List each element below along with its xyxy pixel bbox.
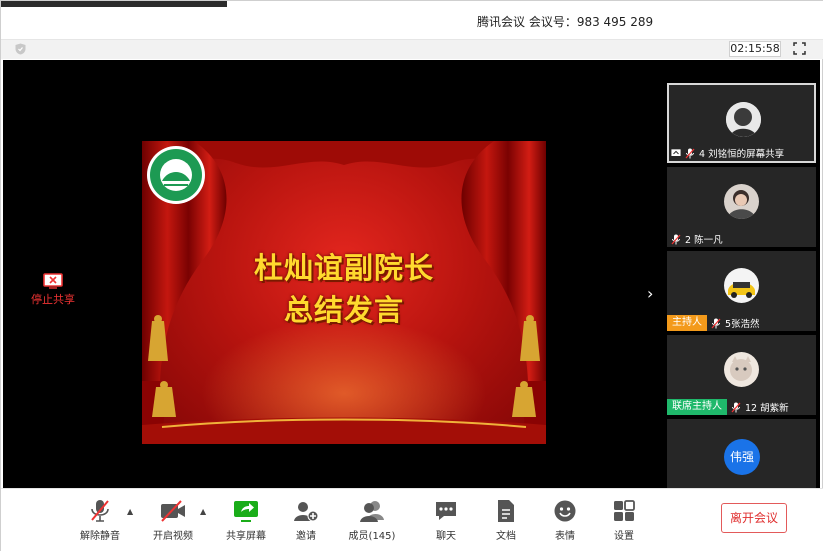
screen-share-icon <box>671 148 681 156</box>
participant-tile[interactable]: 联席主持人 12 胡紫新 <box>667 335 816 415</box>
caret-up-icon[interactable]: ▲ <box>200 507 206 516</box>
slide-title-line-1: 杜灿谊副院长 <box>253 251 434 285</box>
document-icon <box>498 500 514 522</box>
video-off-icon <box>161 500 185 522</box>
participant-name: 2 陈一凡 <box>685 235 723 246</box>
participant-nameline: 2 陈一凡 <box>667 231 816 247</box>
mic-muted-icon <box>671 234 681 244</box>
host-badge: 主持人 <box>667 315 707 331</box>
invite-label: 邀请 <box>296 531 316 542</box>
share-screen-button[interactable]: 共享屏幕 <box>216 499 276 542</box>
mic-muted-icon <box>711 318 721 328</box>
window-top-strip <box>1 1 227 7</box>
chat-label: 聊天 <box>436 531 456 542</box>
stop-share-icon <box>43 273 63 289</box>
avatar <box>724 268 759 303</box>
avatar <box>724 184 759 219</box>
meeting-timer: 02:15:58 <box>729 41 781 57</box>
fullscreen-icon[interactable] <box>793 42 806 55</box>
mic-muted-icon <box>685 148 695 158</box>
participant-nameline: 联席主持人 12 胡紫新 <box>667 399 816 415</box>
stop-share-button[interactable]: 停止共享 <box>29 273 77 307</box>
emoji-button[interactable]: 表情 <box>535 499 595 542</box>
share-screen-label: 共享屏幕 <box>226 531 266 542</box>
avatar <box>724 352 759 387</box>
participant-tile[interactable]: 主持人 5张浩然 <box>667 251 816 331</box>
shield-icon[interactable] <box>15 43 26 55</box>
settings-grid-icon <box>614 500 635 521</box>
avatar <box>726 102 761 137</box>
settings-button[interactable]: 设置 <box>594 499 654 542</box>
participant-nameline: 主持人 5张浩然 <box>667 315 816 331</box>
members-button[interactable]: 成员(145) <box>342 499 402 542</box>
info-bar <box>1 39 823 59</box>
start-video-label: 开启视频 <box>153 531 193 542</box>
invite-button[interactable]: 邀请 <box>276 499 336 542</box>
participant-nameline: 4 刘铭恒的屏幕共享 <box>669 145 814 161</box>
mic-muted-icon <box>91 500 109 522</box>
slide-title-line-2: 总结发言 <box>283 293 404 327</box>
meeting-title: 腾讯会议 会议号：983 495 289 <box>477 15 654 29</box>
members-label: 成员(145) <box>348 531 396 542</box>
caret-up-icon[interactable]: ▲ <box>127 507 133 516</box>
title-bar: 腾讯会议 会议号：983 495 289 <box>1 1 823 39</box>
chevron-right-icon[interactable]: › <box>647 284 653 303</box>
documents-label: 文档 <box>496 531 516 542</box>
chat-button[interactable]: 聊天 <box>416 499 476 542</box>
unmute-label: 解除静音 <box>80 531 120 542</box>
mic-muted-icon <box>731 402 741 412</box>
settings-label: 设置 <box>614 531 634 542</box>
emoji-icon <box>554 500 576 522</box>
presentation-slide: 杜灿谊副院长 总结发言 <box>142 141 546 444</box>
members-icon <box>360 501 384 522</box>
participant-name: 12 胡紫新 <box>745 403 789 414</box>
stop-share-label: 停止共享 <box>31 293 75 306</box>
participant-name: 5张浩然 <box>725 319 760 330</box>
chat-icon <box>436 502 456 520</box>
share-screen-icon <box>234 501 258 522</box>
unmute-button[interactable]: 解除静音 <box>70 499 130 542</box>
avatar-initials: 伟强 <box>724 439 760 475</box>
add-user-icon <box>294 502 319 522</box>
participant-video-list: 4 刘铭恒的屏幕共享 2 陈一凡 主持人 5张浩然 联席主持人 12 胡紫新 伟… <box>667 83 818 488</box>
meeting-window: 腾讯会议 会议号：983 495 289 02:15:58 停止共享 杜灿谊副院… <box>0 0 823 551</box>
emoji-label: 表情 <box>555 531 575 542</box>
start-video-button[interactable]: 开启视频 <box>143 499 203 542</box>
cohost-badge: 联席主持人 <box>667 399 727 415</box>
participant-tile[interactable]: 4 刘铭恒的屏幕共享 <box>667 83 816 163</box>
participant-tile[interactable]: 伟强 <box>667 419 816 488</box>
leave-meeting-button[interactable]: 离开会议 <box>721 503 787 533</box>
participant-name: 4 刘铭恒的屏幕共享 <box>699 149 785 160</box>
documents-button[interactable]: 文档 <box>476 499 536 542</box>
participant-tile[interactable]: 2 陈一凡 <box>667 167 816 247</box>
